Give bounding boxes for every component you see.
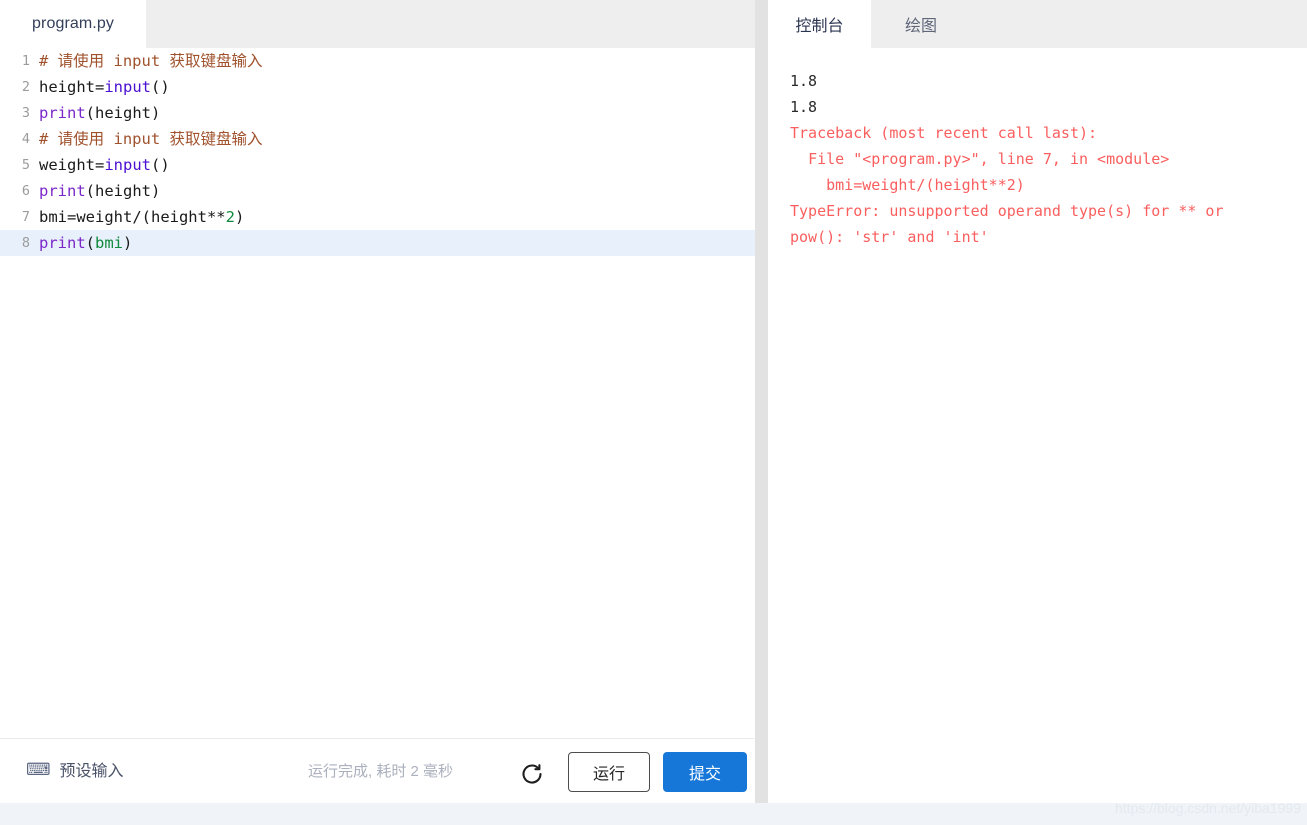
tab-plot-label: 绘图 [904, 18, 937, 35]
line-number: 4 [21, 131, 30, 147]
console-output-line: 1.8 [790, 72, 818, 90]
code-token-plain: ) [123, 234, 133, 252]
code-line-text: # 请使用 input 获取键盘输入 [39, 48, 263, 74]
code-line[interactable]: 3 print(height) [0, 100, 755, 126]
line-number: 3 [21, 105, 30, 121]
console-tab-bar: 控制台 绘图 [768, 0, 1307, 48]
preset-input-button[interactable]: ⌨ 预设输入 [26, 757, 124, 781]
preset-input-label: 预设输入 [59, 763, 124, 780]
code-token-var: bmi [95, 234, 124, 252]
code-editor-text-area[interactable]: 1 # 请使用 input 获取键盘输入 2 height=input() 3 print… [0, 48, 755, 738]
line-number: 2 [21, 79, 30, 95]
line-number: 6 [21, 183, 30, 199]
code-token-plain: (height) [85, 104, 161, 122]
code-line[interactable]: 4 # 请使用 input 获取键盘输入 [0, 126, 755, 152]
code-line[interactable]: 5 weight=input() [0, 152, 755, 178]
editor-tab-bar: program.py [0, 0, 755, 48]
code-line-text: print(bmi) [39, 230, 132, 256]
code-token-plain: ) [234, 208, 245, 226]
code-line[interactable]: 8 print(bmi) [0, 230, 755, 256]
code-token-builtin: input [104, 156, 151, 174]
code-line[interactable]: 1 # 请使用 input 获取键盘输入 [0, 48, 755, 74]
tab-plot[interactable]: 绘图 [871, 0, 971, 48]
submit-button[interactable]: 提交 [663, 752, 747, 792]
line-number: 8 [21, 235, 30, 251]
code-token-num: 2 [225, 208, 235, 226]
ide-root: program.py 1 # 请使用 input 获取键盘输入 2 height=in… [0, 0, 1307, 825]
line-number: 1 [21, 53, 30, 69]
console-output-line: File "<program.py>", line 7, in <module> [790, 150, 1170, 168]
console-output-line: bmi=weight/(height**2) [790, 176, 1025, 194]
line-number: 7 [21, 209, 30, 225]
watermark-text: https://blog.csdn.net/yiba1999 [1114, 800, 1301, 816]
code-line-text: height=input() [39, 74, 170, 100]
code-line-text: print(height) [39, 100, 160, 126]
code-line-text: bmi=weight/(height**2) [39, 204, 244, 230]
line-number: 5 [21, 157, 30, 173]
code-token-plain: bmi=weight/(height** [39, 208, 226, 226]
code-token-builtin: input [104, 78, 151, 96]
code-token-comment: # 请使用 input 获取键盘输入 [39, 130, 263, 148]
code-line-text: # 请使用 input 获取键盘输入 [39, 126, 263, 152]
code-token-func: print [39, 182, 86, 200]
code-token-plain: weight= [39, 156, 105, 174]
console-pane: 控制台 绘图 1.8 1.8 Traceback (most recent call… [768, 0, 1307, 803]
editor-tab-program-py[interactable]: program.py [0, 0, 146, 48]
code-token-plain: () [151, 156, 170, 174]
console-output-line: 1.8 [790, 98, 818, 116]
code-token-plain: () [151, 78, 170, 96]
code-line[interactable]: 7 bmi=weight/(height**2) [0, 204, 755, 230]
keyboard-icon: ⌨ [26, 759, 51, 779]
code-token-plain: ( [85, 234, 96, 252]
run-button[interactable]: 运行 [568, 752, 650, 792]
code-token-func: print [39, 234, 86, 252]
refresh-icon[interactable] [518, 760, 546, 788]
code-editor-pane: program.py 1 # 请使用 input 获取键盘输入 2 height=in… [0, 0, 755, 803]
run-status-text: 运行完成, 耗时 2 毫秒 [308, 763, 454, 780]
code-token-plain: (height) [85, 182, 161, 200]
console-output-line: TypeError: unsupported operand type(s) f… [790, 202, 1233, 246]
pane-divider-handle[interactable] [755, 0, 768, 803]
tab-console-label: 控制台 [795, 18, 844, 35]
code-token-plain: height= [39, 78, 105, 96]
code-token-func: print [39, 104, 86, 122]
console-output-line: Traceback (most recent call last): [790, 124, 1098, 142]
code-line[interactable]: 2 height=input() [0, 74, 755, 100]
code-line[interactable]: 6 print(height) [0, 178, 755, 204]
code-line-text: print(height) [39, 178, 160, 204]
tab-console[interactable]: 控制台 [768, 0, 871, 48]
editor-footer-toolbar: ⌨ 预设输入 运行完成, 耗时 2 毫秒 运行 提交 [0, 738, 755, 803]
bottom-strip [0, 803, 1307, 825]
code-token-comment: # 请使用 input 获取键盘输入 [39, 52, 263, 70]
console-output[interactable]: 1.8 1.8 Traceback (most recent call last):… [768, 48, 1307, 803]
editor-tab-label: program.py [32, 15, 114, 32]
code-line-text: weight=input() [39, 152, 170, 178]
